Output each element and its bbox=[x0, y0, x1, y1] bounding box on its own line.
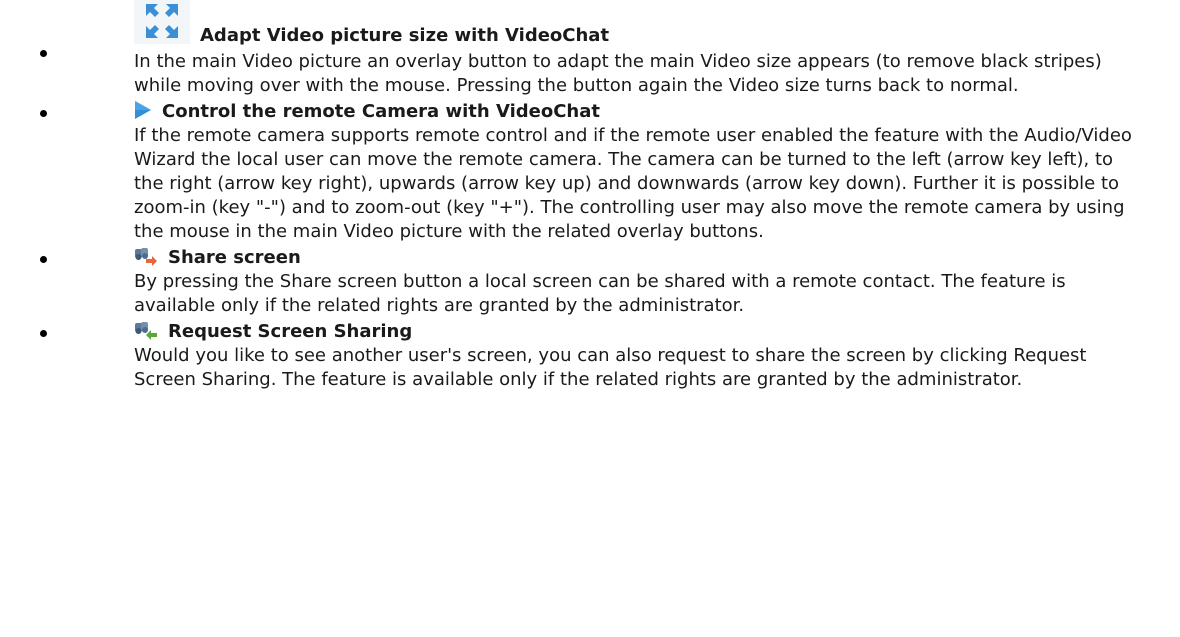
feature-list: Adapt Video picture size with VideoChat … bbox=[0, 0, 1180, 392]
item-description: Would you like to see another user's scr… bbox=[134, 345, 1087, 390]
list-item-adapt-video: Adapt Video picture size with VideoChat … bbox=[0, 0, 1180, 98]
expand-arrows-icon bbox=[134, 0, 190, 44]
list-item-control-camera: Control the remote Camera with VideoChat… bbox=[0, 100, 1180, 244]
item-title-row: Adapt Video picture size with VideoChat bbox=[134, 0, 1180, 48]
item-description: By pressing the Share screen button a lo… bbox=[134, 271, 1066, 316]
play-triangle-icon bbox=[134, 100, 152, 120]
item-title: Share screen bbox=[168, 247, 301, 268]
bullet bbox=[40, 50, 47, 57]
item-title-row: Share screen bbox=[134, 246, 1180, 270]
bullet bbox=[40, 110, 47, 117]
bullet bbox=[40, 256, 47, 263]
share-screen-icon bbox=[134, 247, 158, 267]
list-item-share-screen: Share screen By pressing the Share scree… bbox=[0, 246, 1180, 318]
item-title: Request Screen Sharing bbox=[168, 321, 413, 342]
item-title: Adapt Video picture size with VideoChat bbox=[200, 25, 610, 46]
item-description: In the main Video picture an overlay but… bbox=[134, 51, 1102, 96]
item-title: Control the remote Camera with VideoChat bbox=[162, 101, 600, 122]
list-item-request-screen-sharing: Request Screen Sharing Would you like to… bbox=[0, 320, 1180, 392]
bullet bbox=[40, 330, 47, 337]
request-screen-sharing-icon bbox=[134, 321, 158, 341]
item-title-row: Control the remote Camera with VideoChat bbox=[134, 100, 1180, 124]
item-title-row: Request Screen Sharing bbox=[134, 320, 1180, 344]
item-description: If the remote camera supports remote con… bbox=[134, 125, 1132, 242]
